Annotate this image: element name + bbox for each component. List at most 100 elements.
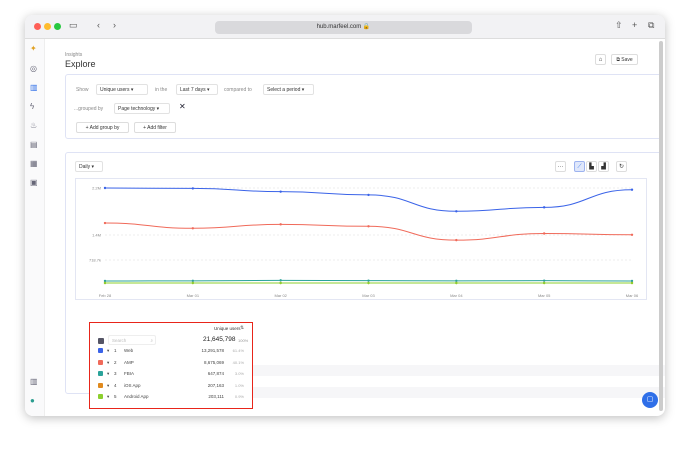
bolt-icon[interactable]: ϟ bbox=[30, 102, 34, 111]
zoom-button[interactable] bbox=[54, 23, 61, 30]
row-pct: 1.0% bbox=[234, 382, 244, 388]
bell-button[interactable]: ⌂ bbox=[595, 54, 606, 65]
minimize-button[interactable] bbox=[44, 23, 51, 30]
row-checkbox[interactable] bbox=[98, 371, 103, 376]
add-group-button[interactable]: + Add group by bbox=[76, 122, 129, 133]
data-point bbox=[542, 279, 546, 282]
add-filter-button[interactable]: + Add filter bbox=[134, 122, 176, 133]
share-icon[interactable]: ⇧ bbox=[615, 20, 623, 31]
metric-select[interactable]: Unique users ▾ bbox=[96, 84, 148, 95]
table-row[interactable]: ▾ 1 Web 13,291,578 61.4% bbox=[96, 345, 246, 356]
row-checkbox[interactable] bbox=[98, 348, 103, 353]
select-all-checkbox[interactable] bbox=[98, 338, 104, 344]
data-point bbox=[279, 281, 282, 285]
data-point bbox=[103, 186, 107, 190]
x-tick-label: Mar 04 bbox=[450, 293, 463, 298]
search-input[interactable]: Search ⌕ bbox=[108, 335, 156, 345]
row-checkbox[interactable] bbox=[98, 359, 103, 365]
row-checkbox[interactable] bbox=[98, 382, 103, 388]
column-header: Unique users bbox=[214, 326, 241, 331]
row-stripe bbox=[253, 365, 665, 376]
row-rank: 5 bbox=[114, 394, 117, 399]
breakdown-table: Unique users ⇅ Search ⌕ 21,645,798 100% ▾… bbox=[89, 322, 253, 409]
data-point bbox=[455, 210, 458, 213]
data-point bbox=[103, 281, 107, 285]
save-button[interactable]: ⧉ Save bbox=[611, 54, 638, 65]
expand-icon[interactable]: ▾ bbox=[107, 391, 109, 402]
row-value: 207,163 bbox=[207, 382, 224, 388]
back-icon[interactable]: ‹ bbox=[97, 20, 100, 30]
x-tick-label: Mar 03 bbox=[362, 293, 375, 298]
url-text: hub.marfeel.com bbox=[316, 24, 362, 30]
sidebar-toggle-icon[interactable]: ▭ bbox=[69, 20, 78, 31]
period-select[interactable]: Last 7 days ▾ bbox=[176, 84, 218, 95]
data-point bbox=[542, 281, 546, 285]
granularity-select[interactable]: Daily ▾ bbox=[75, 161, 103, 172]
granularity-value: Daily bbox=[79, 164, 91, 170]
query-builder: Show Unique users ▾ in the Last 7 days ▾… bbox=[65, 74, 663, 139]
line-chart-button[interactable]: ⟋ bbox=[574, 161, 585, 172]
scrollbar[interactable] bbox=[659, 41, 663, 411]
expand-icon[interactable]: ▾ bbox=[107, 357, 109, 368]
main-content: Insights Explore ⌂ ⧉ Save Show Unique us… bbox=[45, 39, 665, 416]
row-value: 203,111 bbox=[208, 394, 224, 399]
bar-chart-button[interactable]: ▙ bbox=[586, 161, 597, 172]
data-point bbox=[542, 232, 546, 235]
in-the-label: in the bbox=[155, 87, 168, 93]
area-chart-button[interactable]: ▟ bbox=[598, 161, 609, 172]
data-point bbox=[367, 279, 370, 282]
chat-button[interactable]: ▢ bbox=[642, 392, 658, 408]
row-name: iOS App bbox=[124, 382, 141, 388]
building-icon[interactable]: ▥ bbox=[30, 377, 38, 386]
row-name: AMP bbox=[124, 359, 134, 365]
flame-icon[interactable]: ♨ bbox=[30, 121, 37, 130]
data-point bbox=[455, 281, 458, 285]
table-row[interactable]: ▾ 5 Android App 203,111 0.9% bbox=[96, 391, 246, 402]
table-row[interactable]: ▾ 2 AMP 8,675,069 40.1% bbox=[96, 357, 246, 368]
compare-select[interactable]: Select a period ▾ bbox=[263, 84, 314, 95]
address-bar[interactable]: hub.marfeel.com 🔒 bbox=[215, 21, 472, 34]
table-icon[interactable]: ▦ bbox=[30, 159, 38, 168]
data-point bbox=[191, 187, 195, 190]
group-select[interactable]: Page technology ▾ bbox=[114, 103, 170, 114]
chart-icon[interactable]: ▥ bbox=[30, 83, 38, 92]
data-point bbox=[279, 190, 282, 193]
tabs-overview-icon[interactable]: ⧉ bbox=[648, 20, 654, 31]
y-tick-label: 2.2M bbox=[92, 186, 101, 191]
compare-value: Select a period bbox=[267, 87, 301, 93]
row-pct: 3.0% bbox=[234, 371, 244, 376]
y-tick-label: 718.7k bbox=[89, 258, 101, 263]
refresh-button[interactable]: ↻ bbox=[616, 161, 627, 172]
sort-icon[interactable]: ⇅ bbox=[240, 325, 244, 331]
row-value: 13,291,578 bbox=[201, 348, 224, 353]
row-value: 8,675,069 bbox=[203, 359, 224, 365]
page-title: Explore bbox=[65, 59, 96, 69]
data-point bbox=[630, 188, 634, 191]
row-name: FBIA bbox=[124, 371, 135, 376]
metric-value: Unique users bbox=[100, 87, 130, 93]
remove-group-icon[interactable]: ✕ bbox=[179, 102, 186, 111]
expand-icon[interactable]: ▾ bbox=[107, 368, 109, 379]
x-tick-label: Mar 02 bbox=[274, 293, 287, 298]
table-row[interactable]: ▾ 3 FBIA 647,874 3.0% bbox=[96, 368, 246, 379]
breadcrumb: Insights bbox=[65, 52, 83, 58]
forward-icon[interactable]: › bbox=[113, 20, 116, 30]
row-checkbox[interactable] bbox=[98, 394, 103, 399]
table-row[interactable]: ▾ 4 iOS App 207,163 1.0% bbox=[96, 380, 246, 391]
image-icon[interactable]: ▣ bbox=[30, 178, 38, 187]
close-button[interactable] bbox=[34, 23, 41, 30]
data-point bbox=[630, 281, 634, 285]
browser-window: ▭ ‹ › hub.marfeel.com 🔒 ⇧ + ⧉ ✦ ◎ ▥ ϟ ♨ … bbox=[25, 15, 665, 416]
new-tab-icon[interactable]: + bbox=[632, 20, 637, 30]
compass-icon[interactable]: ◎ bbox=[30, 64, 37, 73]
row-rank: 2 bbox=[114, 359, 117, 365]
avatar[interactable]: ● bbox=[30, 396, 35, 405]
data-point bbox=[630, 233, 634, 237]
row-rank: 3 bbox=[114, 371, 117, 376]
row-pct: 0.9% bbox=[234, 394, 244, 399]
more-options-button[interactable]: ··· bbox=[555, 161, 566, 172]
expand-icon[interactable]: ▾ bbox=[107, 380, 109, 391]
layout-icon[interactable]: ▤ bbox=[30, 140, 38, 149]
row-value: 647,874 bbox=[207, 371, 224, 376]
expand-icon[interactable]: ▾ bbox=[107, 345, 109, 356]
